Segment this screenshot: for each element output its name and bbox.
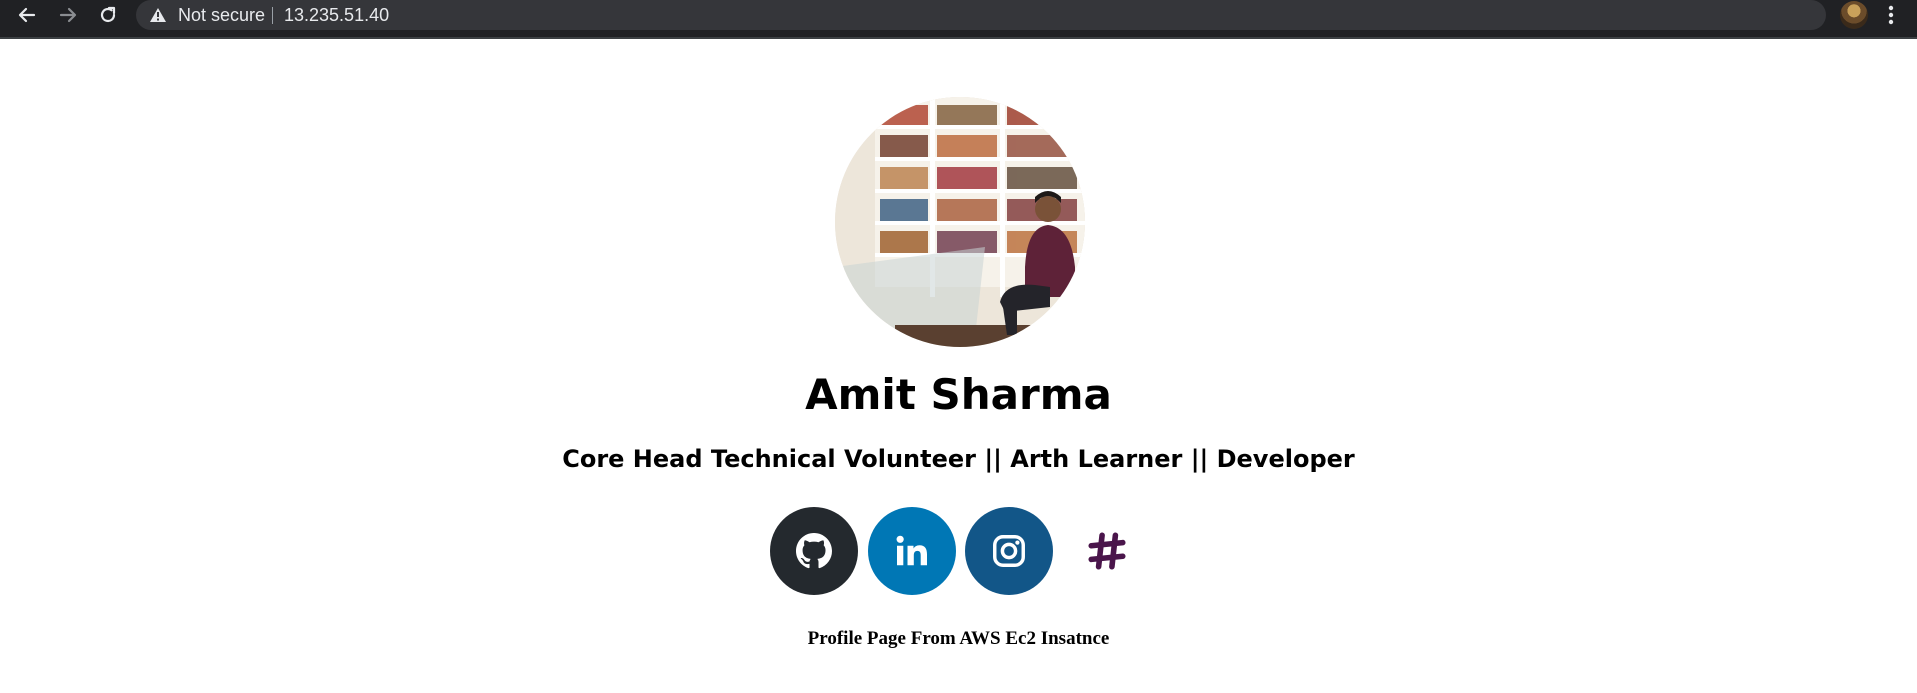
- forward-arrow-icon: [59, 7, 77, 23]
- linkedin-link[interactable]: [868, 507, 956, 595]
- reload-button[interactable]: [91, 0, 125, 30]
- instagram-link[interactable]: [965, 507, 1053, 595]
- profile-photo: [835, 97, 1085, 347]
- reload-icon: [100, 6, 116, 23]
- back-button[interactable]: [10, 0, 44, 30]
- warning-icon[interactable]: [150, 8, 166, 22]
- footer-text: Profile Page From AWS Ec2 Insatnce: [807, 628, 1110, 649]
- kebab-menu-icon[interactable]: [1885, 4, 1897, 26]
- github-icon: [796, 533, 832, 569]
- slack-icon: [1088, 532, 1126, 570]
- omnibox-separator: [272, 7, 273, 24]
- profile-name: Amit Sharma: [805, 370, 1112, 419]
- linkedin-icon: [896, 535, 927, 566]
- slack-link[interactable]: [1063, 507, 1151, 595]
- profile-avatar[interactable]: [1840, 1, 1868, 29]
- instagram-icon: [993, 535, 1025, 567]
- address-bar[interactable]: Not secure 13.235.51.40: [136, 0, 1826, 30]
- profile-page: Amit Sharma Core Head Technical Voluntee…: [0, 41, 1917, 693]
- forward-button[interactable]: [51, 0, 85, 30]
- browser-toolbar: Not secure 13.235.51.40: [0, 0, 1917, 39]
- security-label[interactable]: Not secure: [178, 5, 265, 26]
- url-text[interactable]: 13.235.51.40: [284, 5, 389, 26]
- profile-tagline: Core Head Technical Volunteer || Arth Le…: [562, 445, 1355, 473]
- back-arrow-icon: [18, 7, 36, 23]
- github-link[interactable]: [770, 507, 858, 595]
